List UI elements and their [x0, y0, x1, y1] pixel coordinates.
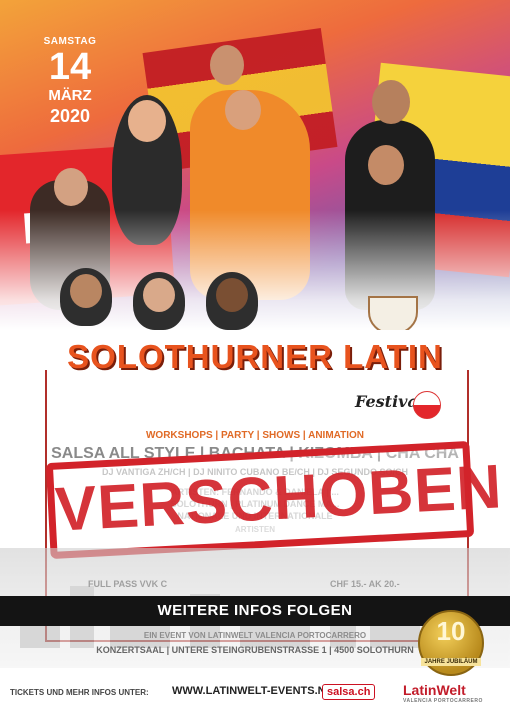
stamp-text: VERSCHOBEN	[53, 452, 504, 545]
brand-name: LatinWelt	[403, 682, 466, 698]
event-poster: SAMSTAG 14 MÄRZ 2020 SOLOTHURNER LATIN F…	[0, 0, 510, 720]
jubilee-number: 10	[436, 616, 466, 646]
brand-subtitle: VALENCIA PORTOCARRERO	[403, 698, 483, 704]
dancer-head	[225, 90, 261, 130]
solothurn-flag-badge	[413, 391, 441, 419]
festival-title: SOLOTHURNER LATIN	[67, 338, 443, 375]
event-categories: WORKSHOPS | PARTY | SHOWS | ANIMATION	[145, 430, 365, 441]
date-day: 14	[48, 46, 92, 88]
dancer-head	[210, 45, 244, 85]
dancer-head	[54, 168, 88, 206]
partner-logo-salsa: salsa.ch	[322, 684, 376, 700]
jubilee-label: JAHRE JUBILÄUM	[421, 658, 481, 666]
cocktail-illustration	[368, 296, 418, 330]
tickets-label: TICKETS UND MEHR INFOS UNTER:	[10, 688, 149, 697]
event-date: SAMSTAG 14 MÄRZ 2020	[40, 36, 100, 127]
dj-portrait	[60, 268, 112, 326]
date-month: MÄRZ	[48, 87, 92, 104]
footer: TICKETS UND MEHR INFOS UNTER: WWW.LATINW…	[0, 682, 510, 720]
dancer-head	[128, 100, 166, 142]
ticket-price: CHF 15.- AK 20.-	[330, 579, 400, 589]
date-year: 2020	[49, 106, 91, 126]
dj-portrait	[206, 272, 258, 330]
dancer-head	[368, 145, 404, 185]
website-link[interactable]: WWW.LATINWELT-EVENTS.NET	[172, 685, 340, 697]
latinwelt-logo: LatinWelt VALENCIA PORTOCARRERO	[403, 682, 483, 704]
dj-portrait	[133, 272, 185, 330]
full-pass-label: FULL PASS VVK C	[88, 579, 168, 589]
jubilee-badge: 10 JAHRE JUBILÄUM	[418, 610, 484, 676]
dancer-head	[372, 80, 410, 124]
